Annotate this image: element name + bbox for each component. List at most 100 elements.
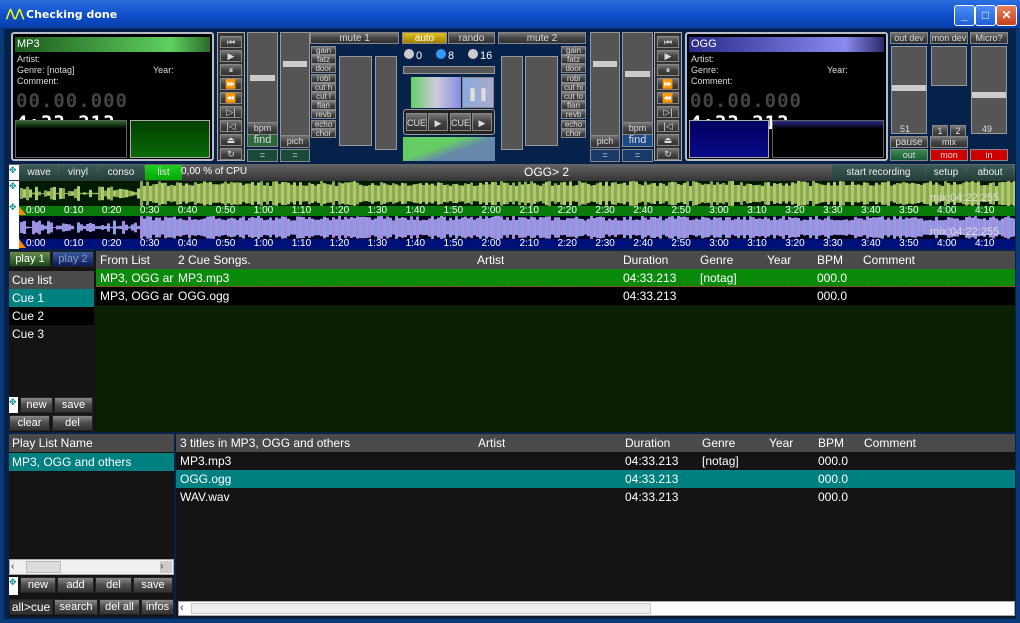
playlist-all-cue-button[interactable]: all>cue [9,599,53,615]
mixer1-volume-fader[interactable] [339,56,372,146]
tab-conso[interactable]: conso [98,165,144,180]
transport-button-1[interactable]: ↻ [220,148,242,160]
deck1-bpm-slider[interactable] [247,32,278,130]
pause-out-button[interactable]: pause [890,136,928,148]
transport-button-2[interactable]: |◁ [657,120,679,132]
cue1-button[interactable]: CUE [406,113,427,131]
close-button[interactable]: ✕ [996,5,1017,26]
playlist-scrollbar[interactable]: ‹ › [9,559,174,575]
effect-button[interactable]: robi [561,73,586,83]
setup-button[interactable]: setup [926,165,966,180]
effect-button[interactable]: door [561,64,586,74]
tab-list[interactable]: list [145,165,182,180]
auto-button[interactable]: auto [402,32,447,44]
column-header[interactable]: Genre [700,251,733,269]
transport-button-2[interactable]: ⏏ [657,134,679,146]
deck1-eq2-button[interactable]: = [280,149,310,162]
mute1-button[interactable]: mute 1 [310,32,399,44]
effect-button[interactable]: revb [561,110,586,120]
cue-item[interactable]: Cue 1 [9,289,94,307]
cue-item[interactable]: Cue 2 [9,307,94,325]
center-crossfader[interactable] [403,66,495,74]
playlist-new-button[interactable]: new [20,577,56,593]
scroll-thumb[interactable] [191,603,651,614]
tab-vinyl[interactable]: vinyl [59,165,97,180]
effect-button[interactable]: cut l [311,92,336,101]
deck2-bpm-slider[interactable] [622,32,653,130]
mixer1-gain-fader[interactable] [375,56,397,150]
effect-button[interactable]: cut h [311,82,336,92]
deck2-find-button[interactable]: find [622,134,653,147]
scroll-thumb[interactable] [26,561,61,573]
mute2-button[interactable]: mute 2 [498,32,586,44]
transport-button-2[interactable]: ⏪ [657,92,679,104]
radio-option[interactable]: 8 [436,49,454,62]
transport-button-1[interactable]: ⏮ [220,36,242,48]
mixer2-volume-fader[interactable] [525,56,558,146]
pause-button[interactable]: ❚❚ [462,77,494,108]
cue-save-button[interactable]: save [54,397,93,413]
effect-button[interactable]: gain [561,46,586,55]
transport-button-1[interactable]: |◁ [220,120,242,132]
column-header[interactable]: 2 Cue Songs. [178,251,251,269]
transport-button-2[interactable]: ↻ [657,148,679,160]
column-header[interactable]: Artist [477,251,504,269]
transport-button-1[interactable]: ⏸ [220,64,242,76]
column-header[interactable]: From List [100,251,150,269]
effect-button[interactable]: cut hi [561,82,586,92]
column-header[interactable]: 3 titles in MP3, OGG and others [180,434,350,452]
transport-button-2[interactable]: ⏮ [657,36,679,48]
cue-del-button[interactable]: del [52,415,93,431]
resize-icon[interactable]: ✥ [9,577,18,595]
column-header[interactable]: BPM [818,434,844,452]
deck1-pitch-slider[interactable] [280,32,310,140]
deck2-waveform[interactable] [20,216,1015,239]
out-dev-button[interactable]: out dev [890,32,928,44]
transport-button-1[interactable]: ⏩ [220,78,242,90]
play1-button[interactable]: ▶ [428,113,448,131]
column-header[interactable]: Duration [623,251,668,269]
transport-button-2[interactable]: ⏸ [657,64,679,76]
effect-button[interactable]: revb [311,110,336,120]
playlist-del-button[interactable]: del [95,577,132,593]
table-row[interactable]: WAV.wav 04:33.213 000.0 [176,488,1015,506]
play2-tab[interactable]: play 2 [52,251,94,267]
transport-button-1[interactable]: ⏪ [220,92,242,104]
maximize-button[interactable]: □ [975,5,996,26]
column-header[interactable]: Year [769,434,793,452]
radio-option[interactable]: 0 [404,49,422,62]
column-header[interactable]: Duration [625,434,670,452]
playlist-del-all-button[interactable]: del all [99,599,140,615]
column-header[interactable]: Comment [863,251,915,269]
mon-fader[interactable] [931,46,967,86]
start-recording-button[interactable]: start recording [832,165,925,180]
column-header[interactable]: Comment [864,434,916,452]
mon-button[interactable]: mon [930,149,968,161]
effect-button[interactable]: flan [561,101,586,111]
playlist-save-button[interactable]: save [133,577,173,593]
deck2-eq-button[interactable]: = [590,149,620,162]
out-fader[interactable] [891,46,927,134]
transport-button-2[interactable]: ⏩ [657,78,679,90]
effect-button[interactable]: chor [311,128,336,138]
playlist-item[interactable]: MP3, OGG and others [9,453,174,471]
transport-button-1[interactable]: ⏏ [220,134,242,146]
rando-button[interactable]: rando [448,32,495,44]
scroll-left-icon[interactable]: ‹ [180,602,184,614]
playlist-infos-button[interactable]: infos [141,599,174,615]
deck1-eq-button[interactable]: = [247,149,278,162]
tab-wave[interactable]: wave [20,165,58,180]
mixer2-gain-fader[interactable] [501,56,523,150]
cue-new-button[interactable]: new [20,397,53,413]
deck1-find-button[interactable]: find [247,134,278,147]
effect-button[interactable]: door [311,64,336,74]
titles-scrollbar[interactable]: ‹ [178,601,1015,616]
table-row[interactable]: OGG.ogg 04:33.213 000.0 [176,470,1015,488]
scroll-right-icon[interactable]: › [160,561,172,573]
effect-button[interactable]: echo [561,119,586,129]
effect-button[interactable]: cut lo [561,92,586,101]
transport-button-1[interactable]: ▶ [220,50,242,62]
column-header[interactable]: Year [767,251,791,269]
effect-button[interactable]: echo [311,119,336,129]
resize-icon[interactable]: ✥ [9,165,19,180]
